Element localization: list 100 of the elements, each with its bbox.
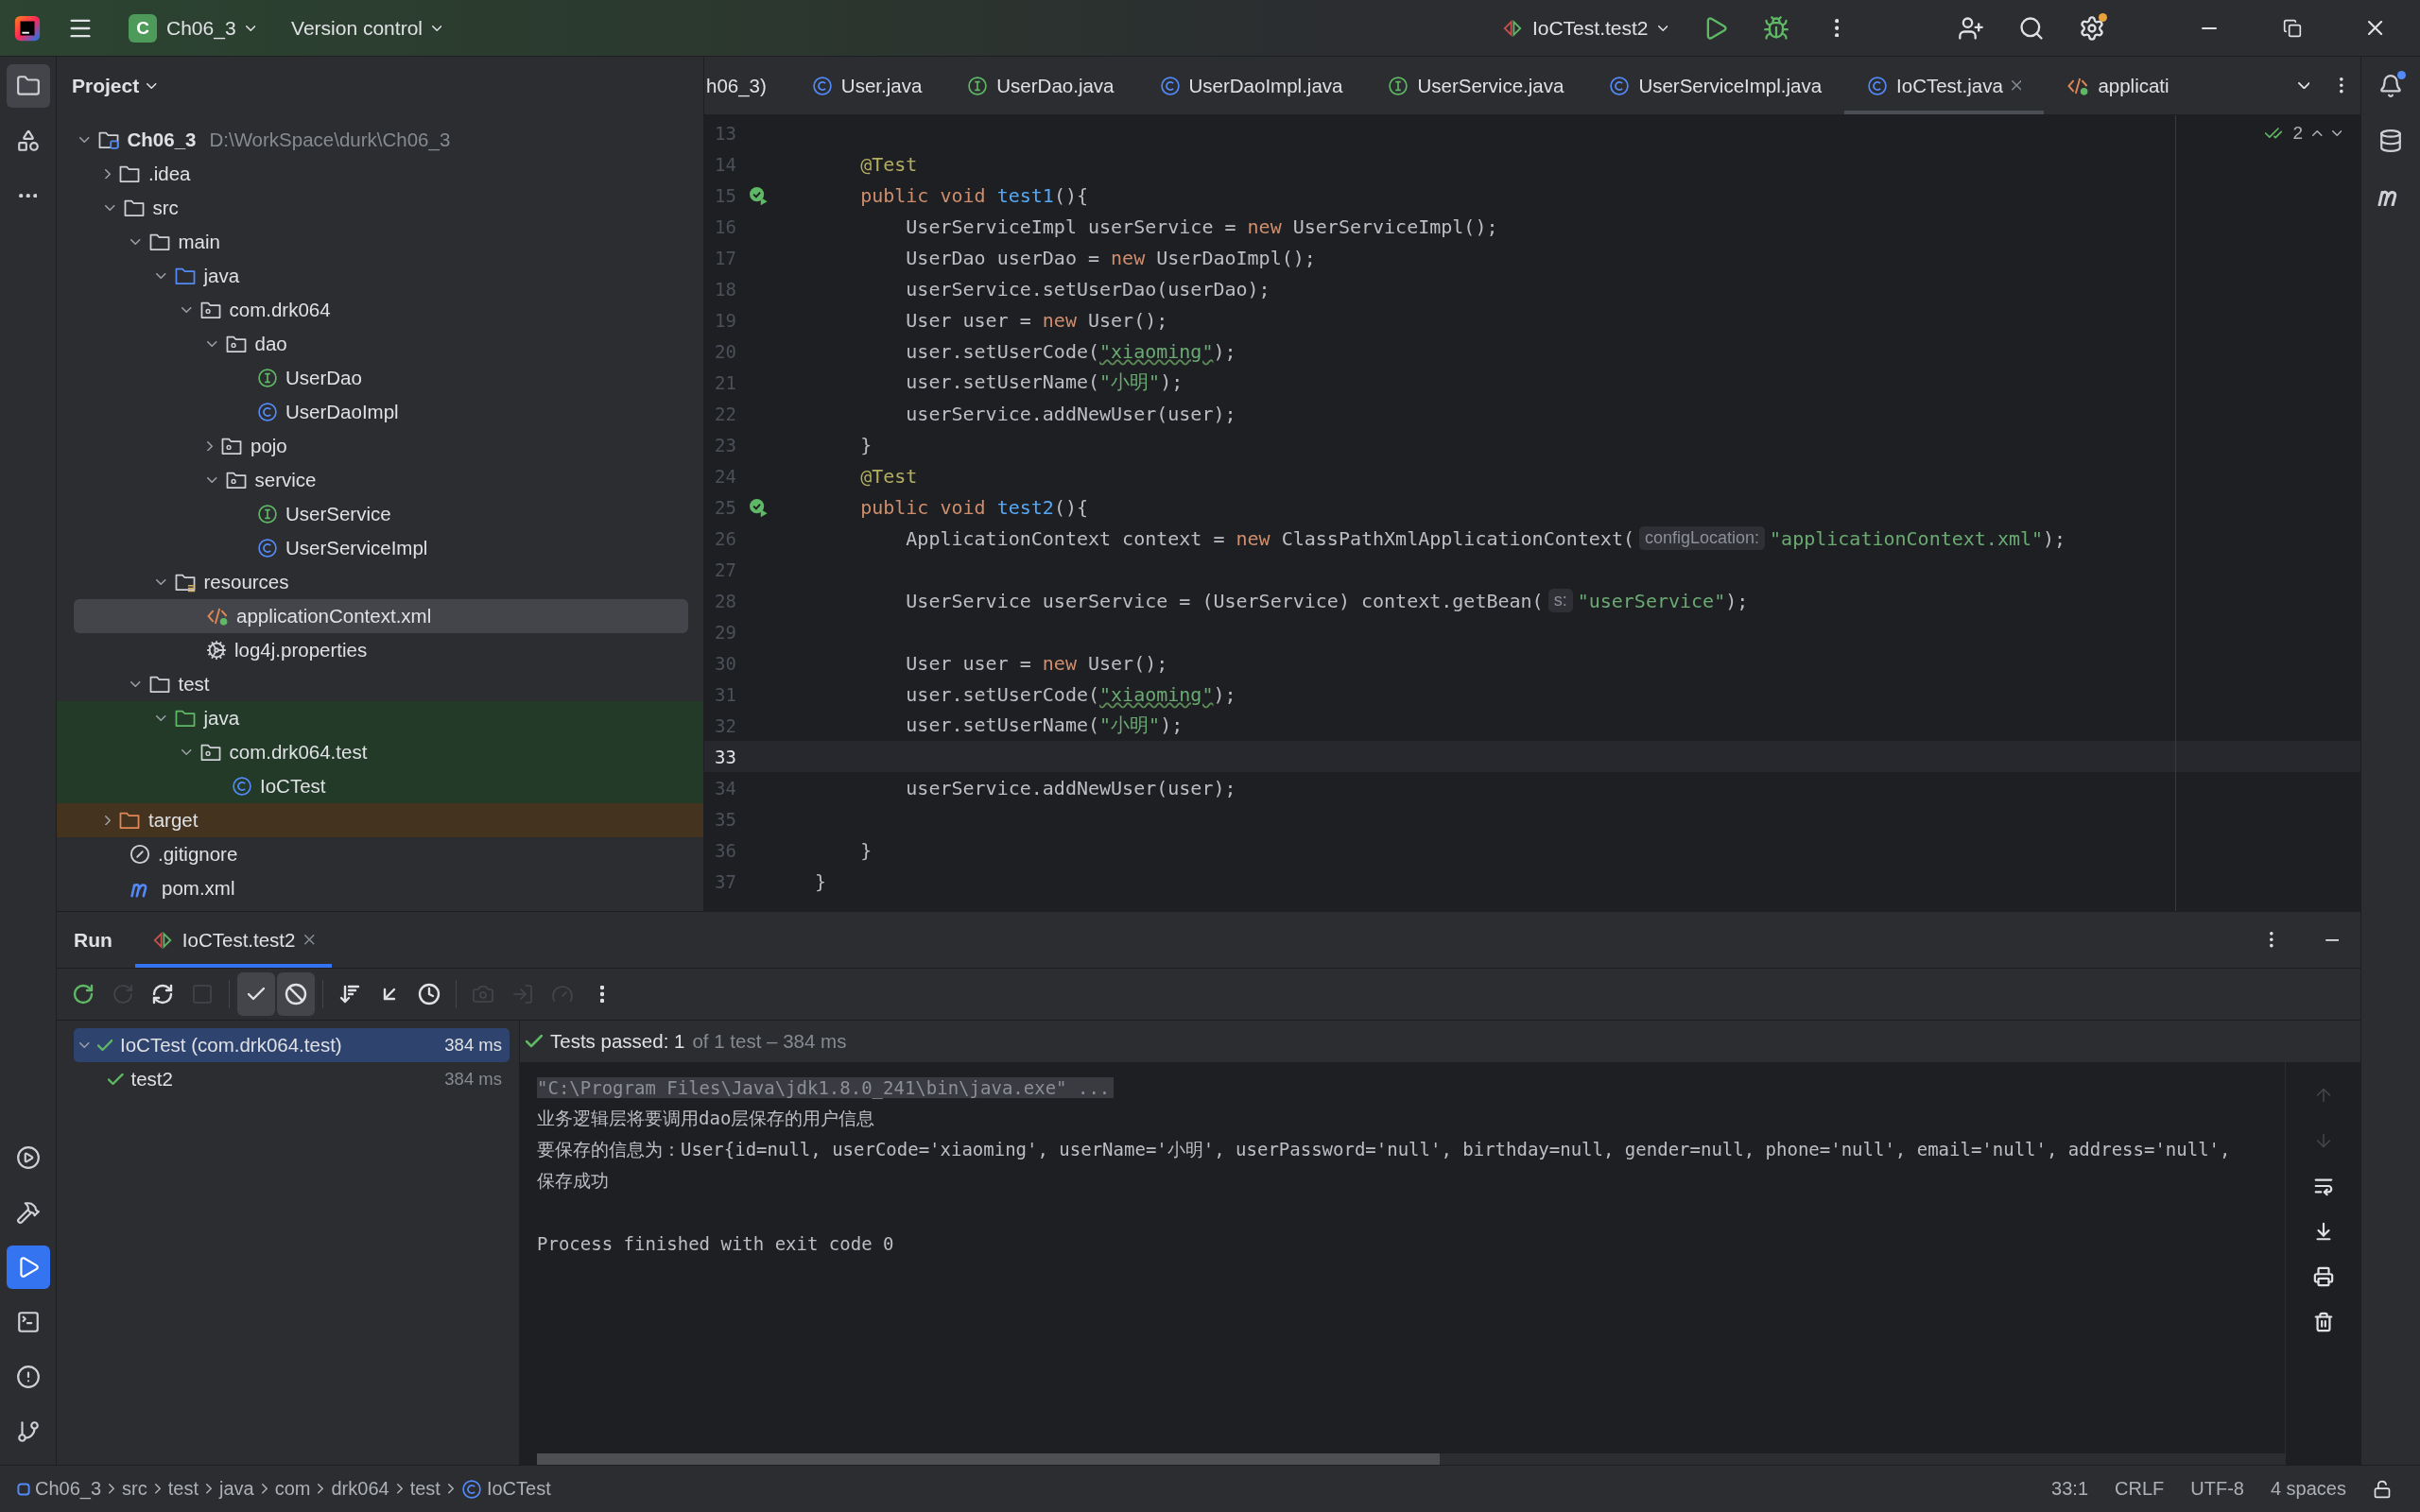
status-item[interactable]: 33:1: [2042, 1478, 2099, 1500]
tree-item[interactable]: target: [57, 803, 703, 837]
code-text: }: [859, 433, 873, 456]
excluded-folder-icon: [118, 810, 141, 831]
add-user-icon: [1958, 14, 1984, 42]
chevron-icon[interactable]: [207, 440, 213, 452]
status-item[interactable]: UTF-8: [2181, 1478, 2254, 1500]
chevron-icon[interactable]: [182, 307, 192, 313]
tree-item[interactable]: UserDao: [57, 361, 703, 395]
inspection-count: 2: [2292, 123, 2303, 144]
test-item[interactable]: test2 384 ms: [74, 1062, 510, 1096]
test-config-icon: [1501, 17, 1523, 39]
ignored-button[interactable]: [277, 972, 315, 1016]
previous-icon[interactable]: [2312, 130, 2323, 136]
editor-tab[interactable]: UserServiceImpl.java: [1586, 57, 1845, 114]
editor-tab[interactable]: UserDao.java: [944, 57, 1137, 114]
app-logo-icon[interactable]: [13, 13, 42, 43]
tree-item[interactable]: service: [57, 463, 703, 497]
breadcrumb[interactable]: com: [274, 1478, 311, 1500]
breadcrumb[interactable]: Ch06_3: [17, 1478, 102, 1500]
tree-item[interactable]: java: [57, 701, 703, 735]
chevron-icon[interactable]: [105, 205, 115, 211]
editor-tab[interactable]: applicati: [2044, 57, 2192, 114]
tree-item[interactable]: src: [57, 191, 703, 225]
close-icon: [2368, 20, 2383, 36]
tree-item[interactable]: .idea: [57, 157, 703, 191]
tree-item[interactable]: com.drk064: [57, 293, 703, 327]
close-tab-icon[interactable]: [2011, 80, 2022, 91]
project-switcher[interactable]: C Ch06_3: [119, 7, 266, 49]
tree-item[interactable]: pojo: [57, 429, 703, 463]
chevron-icon[interactable]: [207, 477, 217, 483]
ignore-file-icon: [130, 844, 150, 865]
chevron-icon[interactable]: [130, 681, 141, 687]
project-view-selector[interactable]: Project: [72, 75, 157, 97]
tree-item[interactable]: test: [57, 667, 703, 701]
chevron-icon[interactable]: [130, 239, 141, 245]
chevron-icon[interactable]: [156, 273, 166, 279]
tree-item[interactable]: applicationContext.xml: [74, 599, 688, 633]
tree-item[interactable]: UserServiceImpl: [57, 531, 703, 565]
run-config-selector[interactable]: IoCTest.test2: [1492, 7, 1677, 49]
line-number: 33: [714, 746, 736, 767]
tree-item[interactable]: java: [57, 259, 703, 293]
chevron-icon: [2297, 81, 2310, 90]
check-button[interactable]: [237, 972, 275, 1016]
breadcrumb[interactable]: drk064: [331, 1478, 389, 1500]
code-text: userService.addNewUser(user);: [905, 402, 1236, 425]
breadcrumb[interactable]: test: [167, 1478, 199, 1500]
breadcrumb[interactable]: java: [219, 1478, 254, 1500]
run-test-icon[interactable]: [748, 184, 769, 206]
chevron-icon[interactable]: [79, 137, 90, 143]
chevron-icon[interactable]: [105, 815, 111, 826]
passed-check-icon: [108, 1073, 124, 1086]
tree-item[interactable]: .gitignore: [57, 837, 703, 871]
editor-tab[interactable]: IoCTest.java: [1844, 57, 2045, 114]
sort-icon: [338, 983, 361, 1005]
chevron-icon[interactable]: [207, 341, 217, 347]
run-button[interactable]: [6, 1246, 50, 1289]
status-item[interactable]: CRLF: [2105, 1478, 2174, 1500]
chevron-icon[interactable]: [156, 715, 166, 721]
editor-tab[interactable]: h06_3): [704, 57, 789, 114]
tree-item[interactable]: main: [57, 225, 703, 259]
separator-icon: [109, 1484, 115, 1494]
breadcrumb[interactable]: IoCTest: [460, 1478, 551, 1500]
code-text: user.setUserName("小明");: [905, 369, 1184, 395]
tree-item[interactable]: resources: [57, 565, 703, 599]
next-icon[interactable]: [2331, 130, 2342, 136]
vcs-menu[interactable]: Version control: [282, 7, 452, 49]
test-item[interactable]: IoCTest (com.drk064.test) 384 ms: [74, 1028, 510, 1062]
scrollbar[interactable]: [537, 1453, 2285, 1465]
tree-item[interactable]: UserService: [57, 497, 703, 531]
run-tab[interactable]: IoCTest.test2: [134, 912, 332, 968]
editor-tab[interactable]: UserDaoImpl.java: [1136, 57, 1366, 114]
chevron-icon[interactable]: [79, 1042, 90, 1048]
code-text: UserService userService = (UserService) context.getBean(: [905, 589, 1544, 612]
breadcrumb[interactable]: test: [409, 1478, 441, 1500]
module-folder-icon: [96, 129, 120, 150]
folder-icon: [122, 198, 146, 218]
close-tab-icon[interactable]: [304, 935, 315, 945]
tree-item[interactable]: log4j.properties: [57, 633, 703, 667]
editor-tab[interactable]: User.java: [788, 57, 945, 114]
tree-item[interactable]: com.drk064.test: [57, 735, 703, 769]
project-button[interactable]: [6, 64, 50, 108]
status-item[interactable]: 4 spaces: [2260, 1478, 2356, 1500]
chevron-icon[interactable]: [156, 579, 166, 585]
panel-title: Run: [74, 928, 112, 952]
interface-icon: [257, 368, 278, 388]
code-text: ApplicationContext context = new ClassPathXmlApplicationContext(: [905, 526, 1634, 550]
tree-item[interactable]: IoCTest: [57, 769, 703, 803]
minimize-icon: [2325, 937, 2340, 942]
run-test-icon[interactable]: [748, 496, 769, 518]
chevron-icon[interactable]: [105, 168, 111, 180]
editor-tab[interactable]: UserService.java: [1365, 57, 1587, 114]
code-text: UserServiceImpl userService = new UserServiceImpl();: [905, 215, 1498, 238]
duration-label: 384 ms: [444, 1035, 502, 1056]
tree-item[interactable]: pom.xml: [57, 871, 703, 905]
breadcrumb[interactable]: src: [122, 1478, 147, 1500]
tree-item[interactable]: Ch06_3 D:\WorkSpace\durk\Ch06_3: [57, 123, 703, 157]
tree-item[interactable]: UserDaoImpl: [57, 395, 703, 429]
tree-item[interactable]: dao: [57, 327, 703, 361]
chevron-icon[interactable]: [182, 749, 192, 755]
